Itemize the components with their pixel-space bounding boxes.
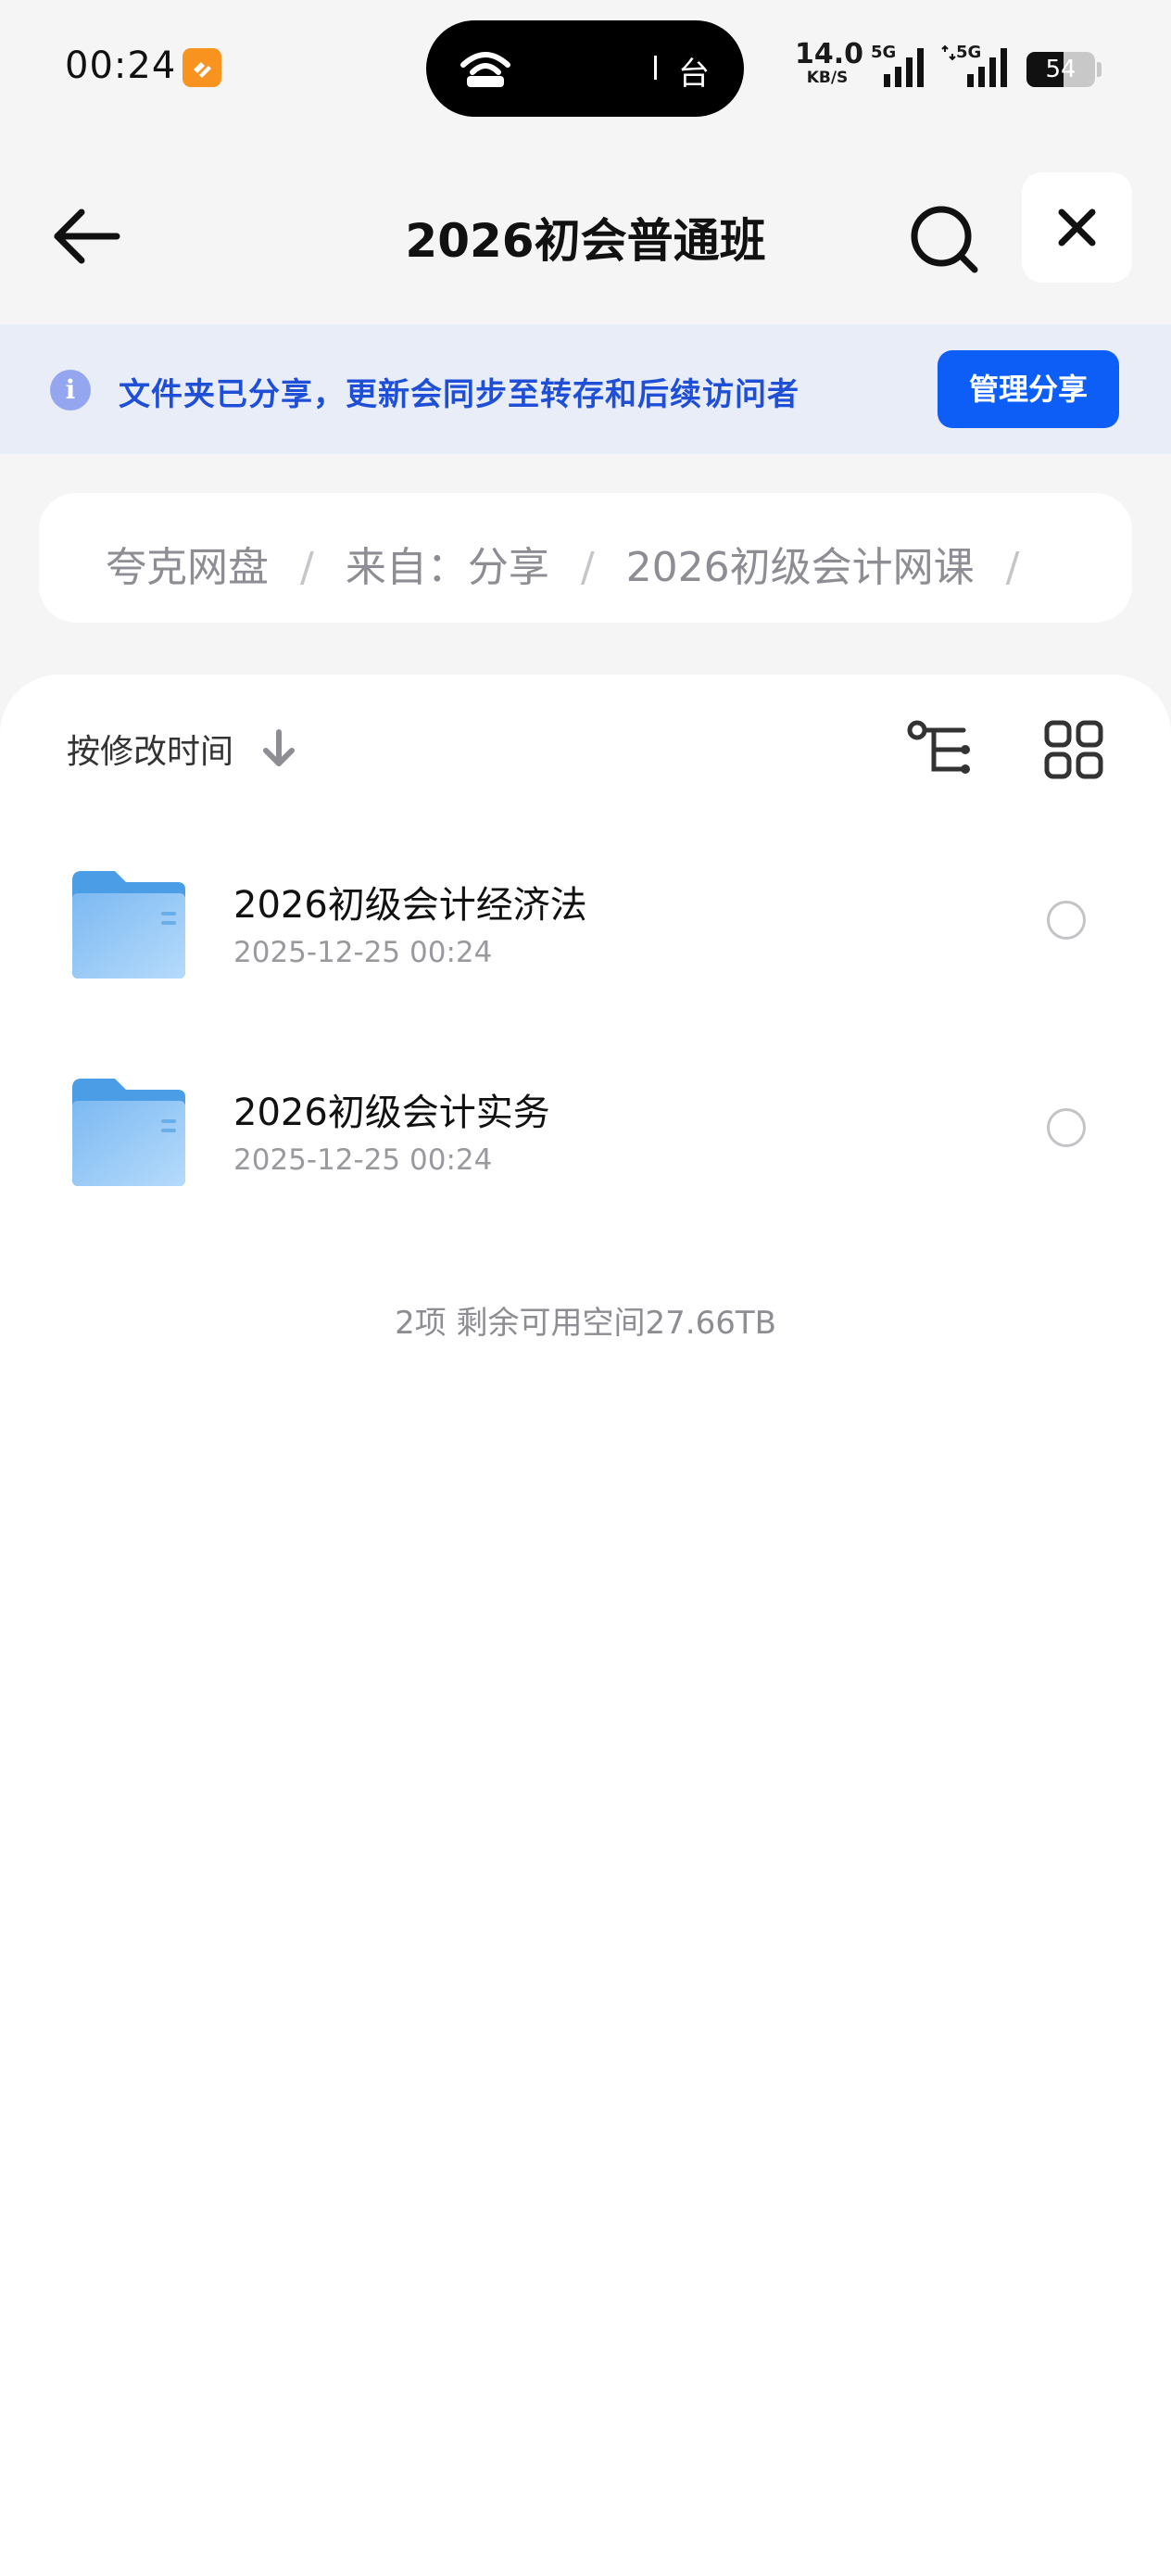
tree-view-icon (907, 720, 970, 774)
sort-label: 按修改时间 (67, 733, 234, 771)
grid-view-icon (1044, 720, 1103, 779)
folder-icon (72, 871, 185, 979)
network-speed: 14.0 KB/S (795, 38, 864, 87)
island-separator (654, 56, 657, 80)
status-bar: 00:24 台 14.0 KB/S 5G 5G 54 (0, 0, 1171, 139)
search-button[interactable] (900, 195, 988, 282)
close-icon (1058, 208, 1096, 246)
breadcrumb-item-root[interactable]: 夸克网盘 (106, 544, 269, 591)
hotspot-icon (460, 52, 510, 87)
folder-icon (72, 1079, 185, 1186)
file-date: 2025-12-25 00:24 (233, 936, 493, 969)
back-button[interactable] (46, 195, 130, 278)
battery-indicator: 54 (1026, 52, 1095, 87)
breadcrumb-separator: / (300, 544, 314, 591)
file-date: 2025-12-25 00:24 (233, 1143, 493, 1177)
status-time: 00:24 (65, 44, 177, 87)
search-icon (911, 206, 978, 273)
file-list-panel: 按修改时间 2026初级会计经济法 2025-12-25 00:24 2026初… (0, 675, 1171, 2576)
arrow-left-icon (54, 208, 120, 264)
signal-bars-icon (884, 48, 924, 87)
network-speed-unit: KB/S (806, 69, 849, 87)
app-notification-icon (183, 48, 221, 87)
battery-level: 54 (1045, 56, 1077, 83)
sort-control[interactable]: 按修改时间 (67, 725, 297, 780)
breadcrumb-item-course[interactable]: 2026初级会计网课 (626, 544, 975, 591)
file-name: 2026初级会计实务 (233, 1092, 550, 1134)
battery-tip (1097, 62, 1102, 77)
page-title: 2026初会普通班 (405, 214, 766, 268)
breadcrumb-separator: / (1005, 544, 1020, 591)
breadcrumb-item-shared[interactable]: 来自：分享 (346, 544, 549, 591)
breadcrumb-trail: 夸克网盘 / 来自：分享 / 2026初级会计网课 / (106, 534, 1051, 593)
close-button[interactable] (1022, 172, 1132, 283)
title-bar: 2026初会普通班 (0, 167, 1171, 306)
breadcrumb: 夸克网盘 / 来自：分享 / 2026初级会计网课 / (39, 493, 1132, 623)
breadcrumb-separator: / (580, 544, 595, 591)
select-checkbox[interactable] (1047, 901, 1086, 940)
share-banner: i 文件夹已分享，更新会同步至转存和后续访问者 管理分享 (0, 324, 1171, 454)
file-name: 2026初级会计经济法 (233, 884, 587, 927)
signal-bars-icon (967, 48, 1007, 87)
storage-summary: 2项 剩余可用空间27.66TB (395, 1305, 776, 1342)
arrow-down-icon (263, 729, 296, 766)
grid-view-button[interactable] (1043, 719, 1104, 780)
share-banner-message: 文件夹已分享，更新会同步至转存和后续访问者 (119, 376, 800, 413)
island-text: 台 (678, 56, 710, 93)
file-row[interactable]: 2026初级会计经济法 2025-12-25 00:24 (0, 834, 1171, 1019)
info-icon: i (50, 370, 91, 410)
tree-view-button[interactable] (906, 719, 975, 780)
dynamic-island[interactable]: 台 (426, 20, 744, 117)
manage-share-button[interactable]: 管理分享 (938, 350, 1119, 428)
select-checkbox[interactable] (1047, 1108, 1086, 1147)
network-speed-value: 14.0 (795, 38, 864, 70)
file-row[interactable]: 2026初级会计实务 2025-12-25 00:24 (0, 1042, 1171, 1227)
